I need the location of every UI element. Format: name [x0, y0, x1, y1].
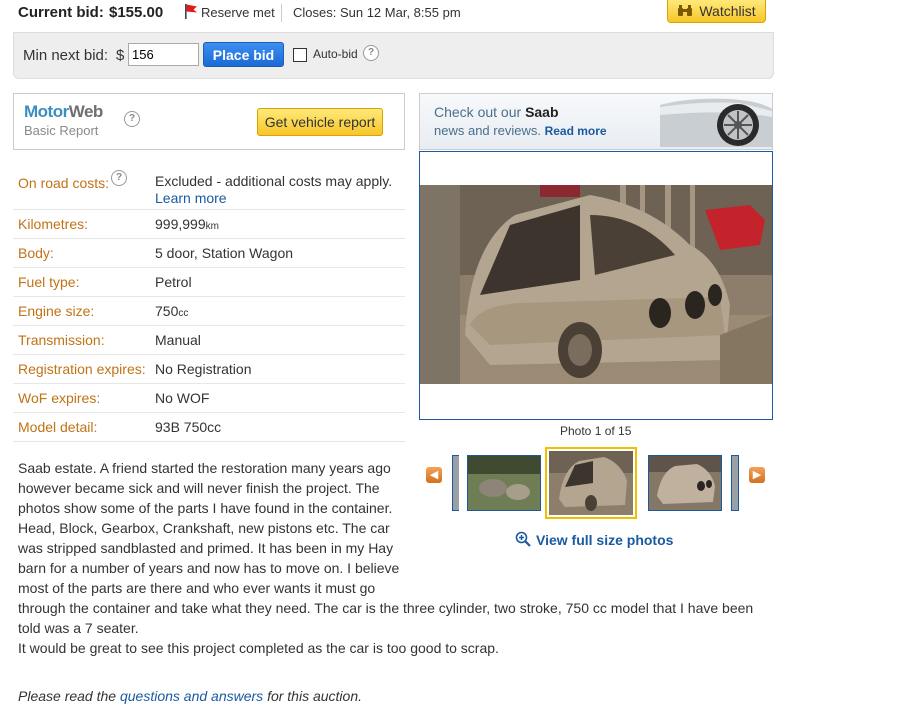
spec-value-number: 750	[155, 303, 179, 319]
spec-value: Manual	[155, 332, 201, 348]
spec-value: 999,999km	[155, 216, 219, 232]
questions-note: Please read the questions and answers fo…	[18, 688, 362, 704]
get-vehicle-report-button[interactable]: Get vehicle report	[257, 108, 383, 136]
learn-more-link[interactable]: Learn more	[155, 190, 227, 206]
spec-label: Registration expires:	[18, 361, 146, 377]
auto-bid-checkbox[interactable]	[293, 48, 307, 62]
description-text-continued: through the container and take what they…	[18, 600, 754, 636]
car-image-icon	[660, 98, 772, 147]
banner-line2: news and reviews.	[434, 123, 541, 138]
thumbnail-partial[interactable]	[731, 455, 739, 511]
spec-row-wof: WoF expires: No WOF	[13, 383, 405, 413]
motorweb-logo: MotorWeb	[24, 102, 103, 122]
spec-label: Body:	[18, 245, 54, 261]
watchlist-button[interactable]: Watchlist	[667, 0, 766, 23]
spec-value: 750cc	[155, 303, 188, 319]
banner-prefix: Check out our	[434, 104, 522, 120]
spec-label: Engine size:	[18, 303, 95, 319]
spec-value: Petrol	[155, 274, 192, 290]
questions-suffix: for this auction.	[267, 688, 362, 704]
watchlist-label: Watchlist	[699, 3, 756, 19]
thumbnail-photo-selected[interactable]	[545, 447, 637, 519]
divider	[281, 4, 282, 22]
currency-symbol: $	[116, 47, 125, 64]
spec-label: Transmission:	[18, 332, 105, 348]
spec-label: Kilometres:	[18, 216, 89, 232]
spec-unit: km	[205, 221, 219, 232]
description-closing: It would be great to see this project co…	[18, 640, 499, 656]
spec-row-engine-size: Engine size: 750cc	[13, 296, 405, 326]
spec-label: Model detail:	[18, 419, 98, 435]
thumbnail-photo[interactable]	[467, 455, 541, 511]
spec-row-transmission: Transmission: Manual	[13, 325, 405, 355]
motorweb-logo-motor: Motor	[24, 102, 69, 121]
banner-subline: news and reviews. Read more	[434, 123, 607, 138]
spec-row-on-road-costs: On road costs: ? Excluded - additional c…	[13, 165, 405, 210]
motorweb-logo-subtitle: Basic Report	[24, 123, 99, 138]
on-road-costs-help-icon[interactable]: ?	[111, 170, 127, 186]
current-bid-label: Current bid:	[18, 4, 104, 21]
spec-value: 93B 750cc	[155, 419, 222, 435]
bid-amount-input[interactable]	[128, 43, 199, 66]
thumbnail-photo[interactable]	[648, 455, 722, 511]
auto-bid-label: Auto-bid	[313, 47, 358, 61]
current-bid-value: $155.00	[109, 4, 164, 21]
spec-value: No WOF	[155, 390, 210, 406]
next-photo-button[interactable]: ▶	[749, 467, 765, 483]
binoculars-icon	[678, 5, 693, 16]
motorweb-help-icon[interactable]: ?	[124, 111, 140, 127]
thumbnail-image	[549, 451, 633, 515]
magnifier-icon	[515, 531, 531, 547]
main-photo[interactable]	[420, 185, 772, 384]
thumbnail-image	[468, 456, 540, 510]
spec-value: No Registration	[155, 361, 252, 377]
spec-value: 5 door, Station Wagon	[155, 245, 294, 261]
banner-brand: Saab	[525, 104, 559, 120]
closing-time: Closes: Sun 12 Mar, 8:55 pm	[293, 5, 461, 20]
questions-prefix: Please read the	[18, 688, 117, 704]
questions-and-answers-link[interactable]: questions and answers	[120, 688, 263, 704]
reserve-flag-icon	[185, 4, 197, 19]
spec-row-fuel-type: Fuel type: Petrol	[13, 267, 405, 297]
reserve-status: Reserve met	[201, 5, 275, 20]
banner-read-more-link[interactable]: Read more	[545, 124, 607, 138]
photo-counter: Photo 1 of 15	[560, 424, 632, 438]
spec-row-model-detail: Model detail: 93B 750cc	[13, 412, 405, 442]
min-next-bid-label: Min next bid:	[23, 47, 109, 64]
spec-label: WoF expires:	[18, 390, 101, 406]
thumbnail-image	[649, 456, 721, 510]
motorweb-logo-web: Web	[68, 102, 104, 121]
spec-row-body: Body: 5 door, Station Wagon	[13, 238, 405, 268]
previous-photo-button[interactable]: ◀	[426, 467, 442, 483]
thumbnail-image	[453, 456, 459, 510]
spec-label: On road costs:	[18, 175, 110, 191]
spec-row-registration: Registration expires: No Registration	[13, 354, 405, 384]
thumbnail-partial[interactable]	[452, 455, 459, 511]
auto-bid-help-icon[interactable]: ?	[363, 45, 379, 61]
spec-row-kilometres: Kilometres: 999,999km	[13, 209, 405, 239]
description-text: Saab estate. A friend started the restor…	[18, 460, 400, 596]
banner-headline: Check out our Saab	[434, 104, 559, 120]
spec-value: Excluded - additional costs may apply.	[155, 173, 393, 189]
view-full-size-photos-link[interactable]: View full size photos	[536, 532, 673, 548]
spec-value-number: 999,999	[155, 216, 206, 232]
spec-label: Fuel type:	[18, 274, 80, 290]
spec-unit: cc	[178, 308, 189, 319]
thumbnail-image	[732, 456, 738, 510]
place-bid-button[interactable]: Place bid	[203, 42, 284, 67]
